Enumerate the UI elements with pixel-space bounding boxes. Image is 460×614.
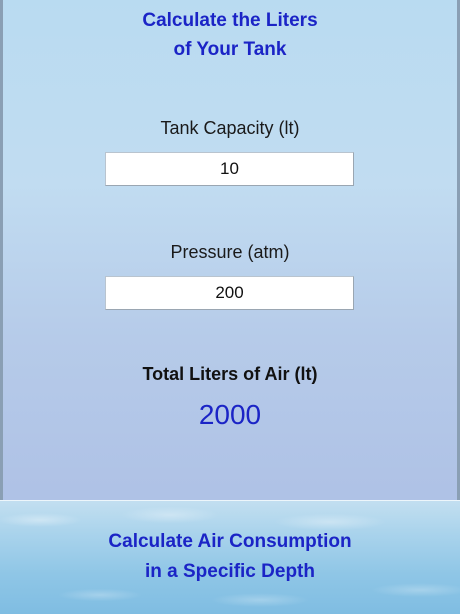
tank-capacity-input[interactable] — [105, 152, 354, 186]
page-title: Calculate the Liters of Your Tank — [0, 6, 460, 64]
pressure-label: Pressure (atm) — [170, 242, 290, 262]
air-consumption-link-line1: Calculate Air Consumption — [108, 531, 352, 552]
water-surface-line — [0, 500, 460, 501]
total-liters-label: Total Liters of Air (lt) — [142, 364, 318, 384]
pressure-input[interactable] — [105, 276, 354, 310]
total-liters-value: 2000 — [198, 399, 262, 430]
page-title-line1: Calculate the Liters — [142, 10, 318, 31]
air-consumption-link-line2: in a Specific Depth — [145, 561, 315, 582]
page-title-line2: of Your Tank — [173, 39, 287, 60]
air-consumption-link[interactable]: Calculate Air Consumption in a Specific … — [0, 527, 460, 587]
tank-capacity-label: Tank Capacity (lt) — [160, 118, 300, 138]
